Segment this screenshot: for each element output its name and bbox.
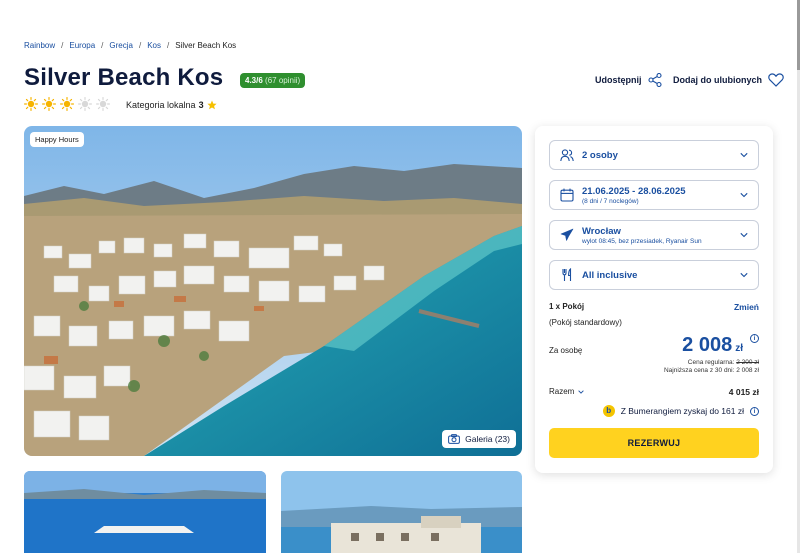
breadcrumb-separator: / — [167, 41, 170, 50]
breadcrumb-rainbow[interactable]: Rainbow — [24, 41, 55, 50]
share-label: Udostępnij — [595, 75, 642, 85]
regular-price: Cena regularna: 2 200 zł — [688, 359, 759, 366]
hotel-building-image — [281, 471, 522, 553]
calendar-icon — [560, 188, 574, 202]
share-icon — [647, 73, 662, 87]
dates-duration: (8 dni / 7 noclegów) — [582, 197, 639, 205]
favourite-button[interactable]: Dodaj do ulubionych — [673, 73, 784, 87]
sun-icon-filled — [24, 97, 38, 111]
persons-selector[interactable]: 2 osoby — [549, 140, 759, 170]
board-selector[interactable]: All inclusive — [549, 260, 759, 290]
category-label: Kategoria lokalna — [126, 100, 196, 110]
chevron-down-icon — [740, 152, 748, 158]
total-value: 4 015 zł — [728, 387, 759, 397]
departure-details: wylot 08:45, bez przesiadek, Ryanair Sun — [582, 237, 702, 245]
coastal-town-image — [24, 126, 522, 456]
price-value: 2 008 — [682, 334, 733, 356]
chevron-down-icon — [740, 272, 748, 278]
favourite-label: Dodaj do ulubionych — [673, 75, 762, 85]
local-category: Kategoria lokalna 3 — [126, 100, 217, 110]
breadcrumb-grecja[interactable]: Grecja — [109, 41, 133, 50]
bumerang-promo: b Z Bumerangiem zyskaj do 161 zł i — [602, 405, 759, 417]
departure-selector[interactable]: Wrocław wylot 08:45, bez przesiadek, Rya… — [549, 220, 759, 250]
gallery-thumbnail-1[interactable] — [24, 471, 266, 553]
breadcrumb-europa[interactable]: Europa — [69, 41, 95, 50]
airplane-icon — [560, 228, 574, 241]
rating-opinions: (67 opinii) — [265, 76, 301, 85]
star-icon — [206, 100, 217, 110]
breadcrumb-kos[interactable]: Kos — [147, 41, 161, 50]
gallery-button-label: Galeria (23) — [465, 434, 510, 444]
price-currency: zł — [735, 343, 743, 354]
regular-price-value: 2 200 zł — [736, 359, 759, 366]
happy-hours-badge: Happy Hours — [30, 132, 84, 147]
breadcrumb-separator: / — [61, 41, 64, 50]
price-info-icon[interactable]: i — [750, 334, 759, 343]
room-type: (Pokój standardowy) — [549, 318, 622, 327]
room-count: 1 x Pokój — [549, 302, 585, 311]
page-title: Silver Beach Kos — [24, 64, 224, 91]
sun-icon-filled — [60, 97, 74, 111]
rating-score: 4.3/6 — [245, 76, 263, 85]
chevron-down-icon — [740, 192, 748, 198]
breadcrumb-current: Silver Beach Kos — [175, 41, 237, 50]
chevron-down-icon — [740, 232, 748, 238]
rating-badge[interactable]: 4.3/6 (67 opinii) — [240, 73, 306, 88]
booking-panel: 2 osoby 21.06.2025 - 28.06.2025 (8 dni /… — [535, 126, 773, 473]
total-label: Razem — [549, 387, 575, 396]
dates-value: 21.06.2025 - 28.06.2025 — [582, 185, 686, 197]
dates-selector[interactable]: 21.06.2025 - 28.06.2025 (8 dni / 7 nocle… — [549, 180, 759, 210]
gallery-thumbnail-2[interactable] — [281, 471, 522, 553]
gallery-button[interactable]: Galeria (23) — [442, 430, 516, 448]
cutlery-icon — [562, 268, 572, 281]
heart-icon — [768, 73, 784, 87]
sun-icon-filled — [42, 97, 56, 111]
chevron-down-icon — [578, 389, 585, 394]
breadcrumb-separator: / — [138, 41, 142, 50]
camera-icon — [448, 434, 461, 444]
sun-icon-empty — [78, 97, 92, 111]
bumerang-logo-icon: b — [602, 405, 615, 417]
lowest-price-30-days: Najniższa cena z 30 dni: 2 008 zł — [663, 367, 759, 374]
bumerang-info-icon[interactable]: i — [750, 406, 759, 416]
category-value: 3 — [198, 100, 204, 110]
total-toggle[interactable]: Razem — [549, 387, 759, 396]
main-hotel-photo[interactable]: Happy Hours Galeria (23) — [24, 126, 522, 456]
bumerang-text: Z Bumerangiem zyskaj do 161 zł — [620, 406, 744, 416]
people-icon — [560, 149, 574, 162]
change-room-link[interactable]: Zmień — [734, 302, 759, 312]
sun-rating — [24, 97, 110, 111]
reserve-button[interactable]: REZERWUJ — [549, 428, 759, 458]
regular-price-label: Cena regularna: — [687, 359, 735, 366]
persons-value: 2 osoby — [582, 149, 618, 161]
sun-icon-empty — [96, 97, 110, 111]
departure-city: Wrocław — [582, 225, 621, 237]
board-value: All inclusive — [582, 269, 638, 281]
breadcrumb: Rainbow / Europa / Grecja / Kos / Silver… — [24, 41, 236, 50]
sea-view-image — [24, 471, 266, 553]
breadcrumb-separator: / — [101, 41, 104, 50]
price-per-person: 2 008 zł — [682, 334, 743, 357]
share-button[interactable]: Udostępnij — [595, 73, 662, 87]
